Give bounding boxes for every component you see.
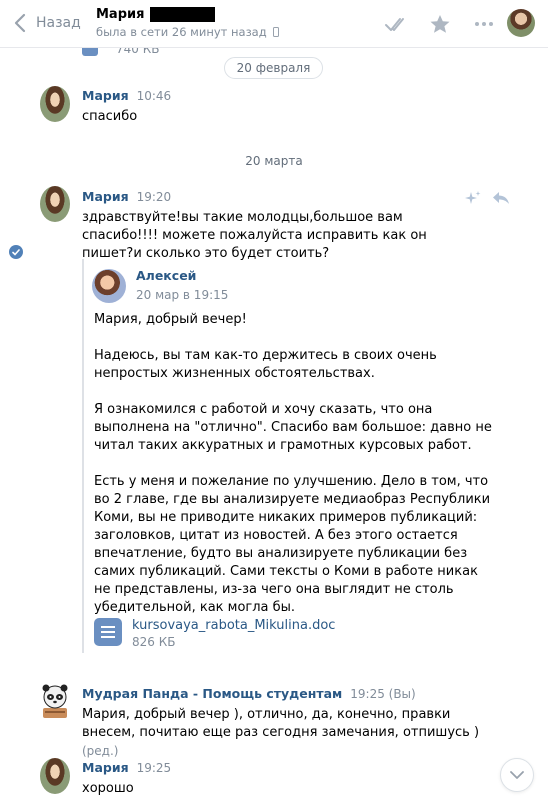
forwarded-paragraph: Надеюсь, вы там как-то держитесь в своих… bbox=[94, 348, 437, 381]
message: Мария 19:20 здравствуйте!вы такие молодц… bbox=[82, 189, 502, 263]
forwarded-paragraph: Мария, добрый вечер! bbox=[94, 312, 247, 327]
forwarded-paragraph: Я ознакомился с работой и хочу сказать, … bbox=[94, 402, 492, 453]
message-text: спасибо bbox=[82, 109, 138, 124]
date-separator: 20 марта bbox=[245, 154, 303, 168]
message: Мария 10:46 спасибо bbox=[82, 88, 502, 126]
document-icon bbox=[94, 618, 122, 646]
forwarded-paragraph: Есть у меня и пожелание по улучшению. Де… bbox=[94, 474, 491, 615]
redacted-surname bbox=[150, 7, 216, 22]
avatar[interactable] bbox=[40, 186, 70, 222]
avatar[interactable] bbox=[40, 758, 70, 794]
edited-label: (ред.) bbox=[82, 744, 119, 758]
doc-size: 826 КБ bbox=[132, 635, 176, 649]
message-time: 19:25 (Вы) bbox=[350, 687, 416, 701]
message-author[interactable]: Мария bbox=[82, 88, 129, 103]
reply-icon[interactable] bbox=[492, 190, 510, 206]
chat-header: Назад Мария была в сети 26 минут назад bbox=[0, 0, 548, 48]
message-feed: 740 КБ 20 февраля Мария 10:46 спасибо 20… bbox=[0, 42, 548, 810]
forwarded-time: 20 мар в 19:15 bbox=[136, 288, 229, 302]
message: Мудрая Панда - Помощь студентам 19:25 (В… bbox=[82, 686, 492, 761]
forwarded-text: Мария, добрый вечер! Надеюсь, вы там как… bbox=[94, 311, 494, 635]
forwarded-message: Алексей 20 мар в 19:15 Мария, добрый веч… bbox=[82, 259, 502, 653]
forwarded-author[interactable]: Алексей bbox=[136, 268, 196, 283]
message-text-body: Мария, добрый вечер ), отлично, да, коне… bbox=[82, 707, 480, 740]
doc-attachment[interactable]: kursovaya_rabota_Mikulina.doc 826 КБ bbox=[94, 618, 335, 649]
panda-avatar[interactable] bbox=[40, 684, 70, 720]
date-pill: 20 февраля bbox=[224, 57, 323, 79]
message-text: Мария, добрый вечер ), отлично, да, коне… bbox=[82, 706, 482, 761]
message-time: 19:25 bbox=[136, 761, 172, 775]
avatar[interactable] bbox=[40, 86, 70, 122]
message-time: 19:20 bbox=[136, 190, 172, 204]
chevron-down-icon bbox=[510, 770, 524, 779]
message: Мария 19:25 хорошо bbox=[82, 760, 502, 798]
selected-check-icon[interactable] bbox=[9, 245, 23, 259]
message-author[interactable]: Мария bbox=[82, 189, 129, 204]
forwarded-avatar[interactable] bbox=[92, 269, 126, 303]
star-icon[interactable] bbox=[428, 13, 452, 35]
more-icon[interactable] bbox=[472, 13, 496, 35]
message-author[interactable]: Мария bbox=[82, 760, 129, 775]
message-text: хорошо bbox=[82, 781, 134, 796]
peer-name: Мария bbox=[96, 7, 145, 22]
message-time: 10:46 bbox=[136, 89, 172, 103]
peer-info[interactable]: Мария была в сети 26 минут назад bbox=[96, 7, 279, 39]
peer-avatar[interactable] bbox=[507, 9, 535, 37]
sparkle-icon[interactable] bbox=[464, 190, 482, 206]
message-author[interactable]: Мудрая Панда - Помощь студентам bbox=[82, 686, 342, 701]
partial-attachment[interactable]: 740 КБ bbox=[82, 42, 159, 56]
double-check-icon[interactable] bbox=[384, 13, 408, 35]
back-button[interactable]: Назад bbox=[14, 13, 81, 33]
chevron-left-icon bbox=[14, 13, 26, 33]
back-label: Назад bbox=[36, 15, 81, 31]
scroll-down-button[interactable] bbox=[500, 758, 534, 792]
message-text: здравствуйте!вы такие молодцы,большое ва… bbox=[82, 210, 427, 261]
phone-icon bbox=[272, 27, 279, 37]
doc-name[interactable]: kursovaya_rabota_Mikulina.doc bbox=[132, 618, 335, 633]
peer-status: была в сети 26 минут назад bbox=[96, 25, 267, 39]
